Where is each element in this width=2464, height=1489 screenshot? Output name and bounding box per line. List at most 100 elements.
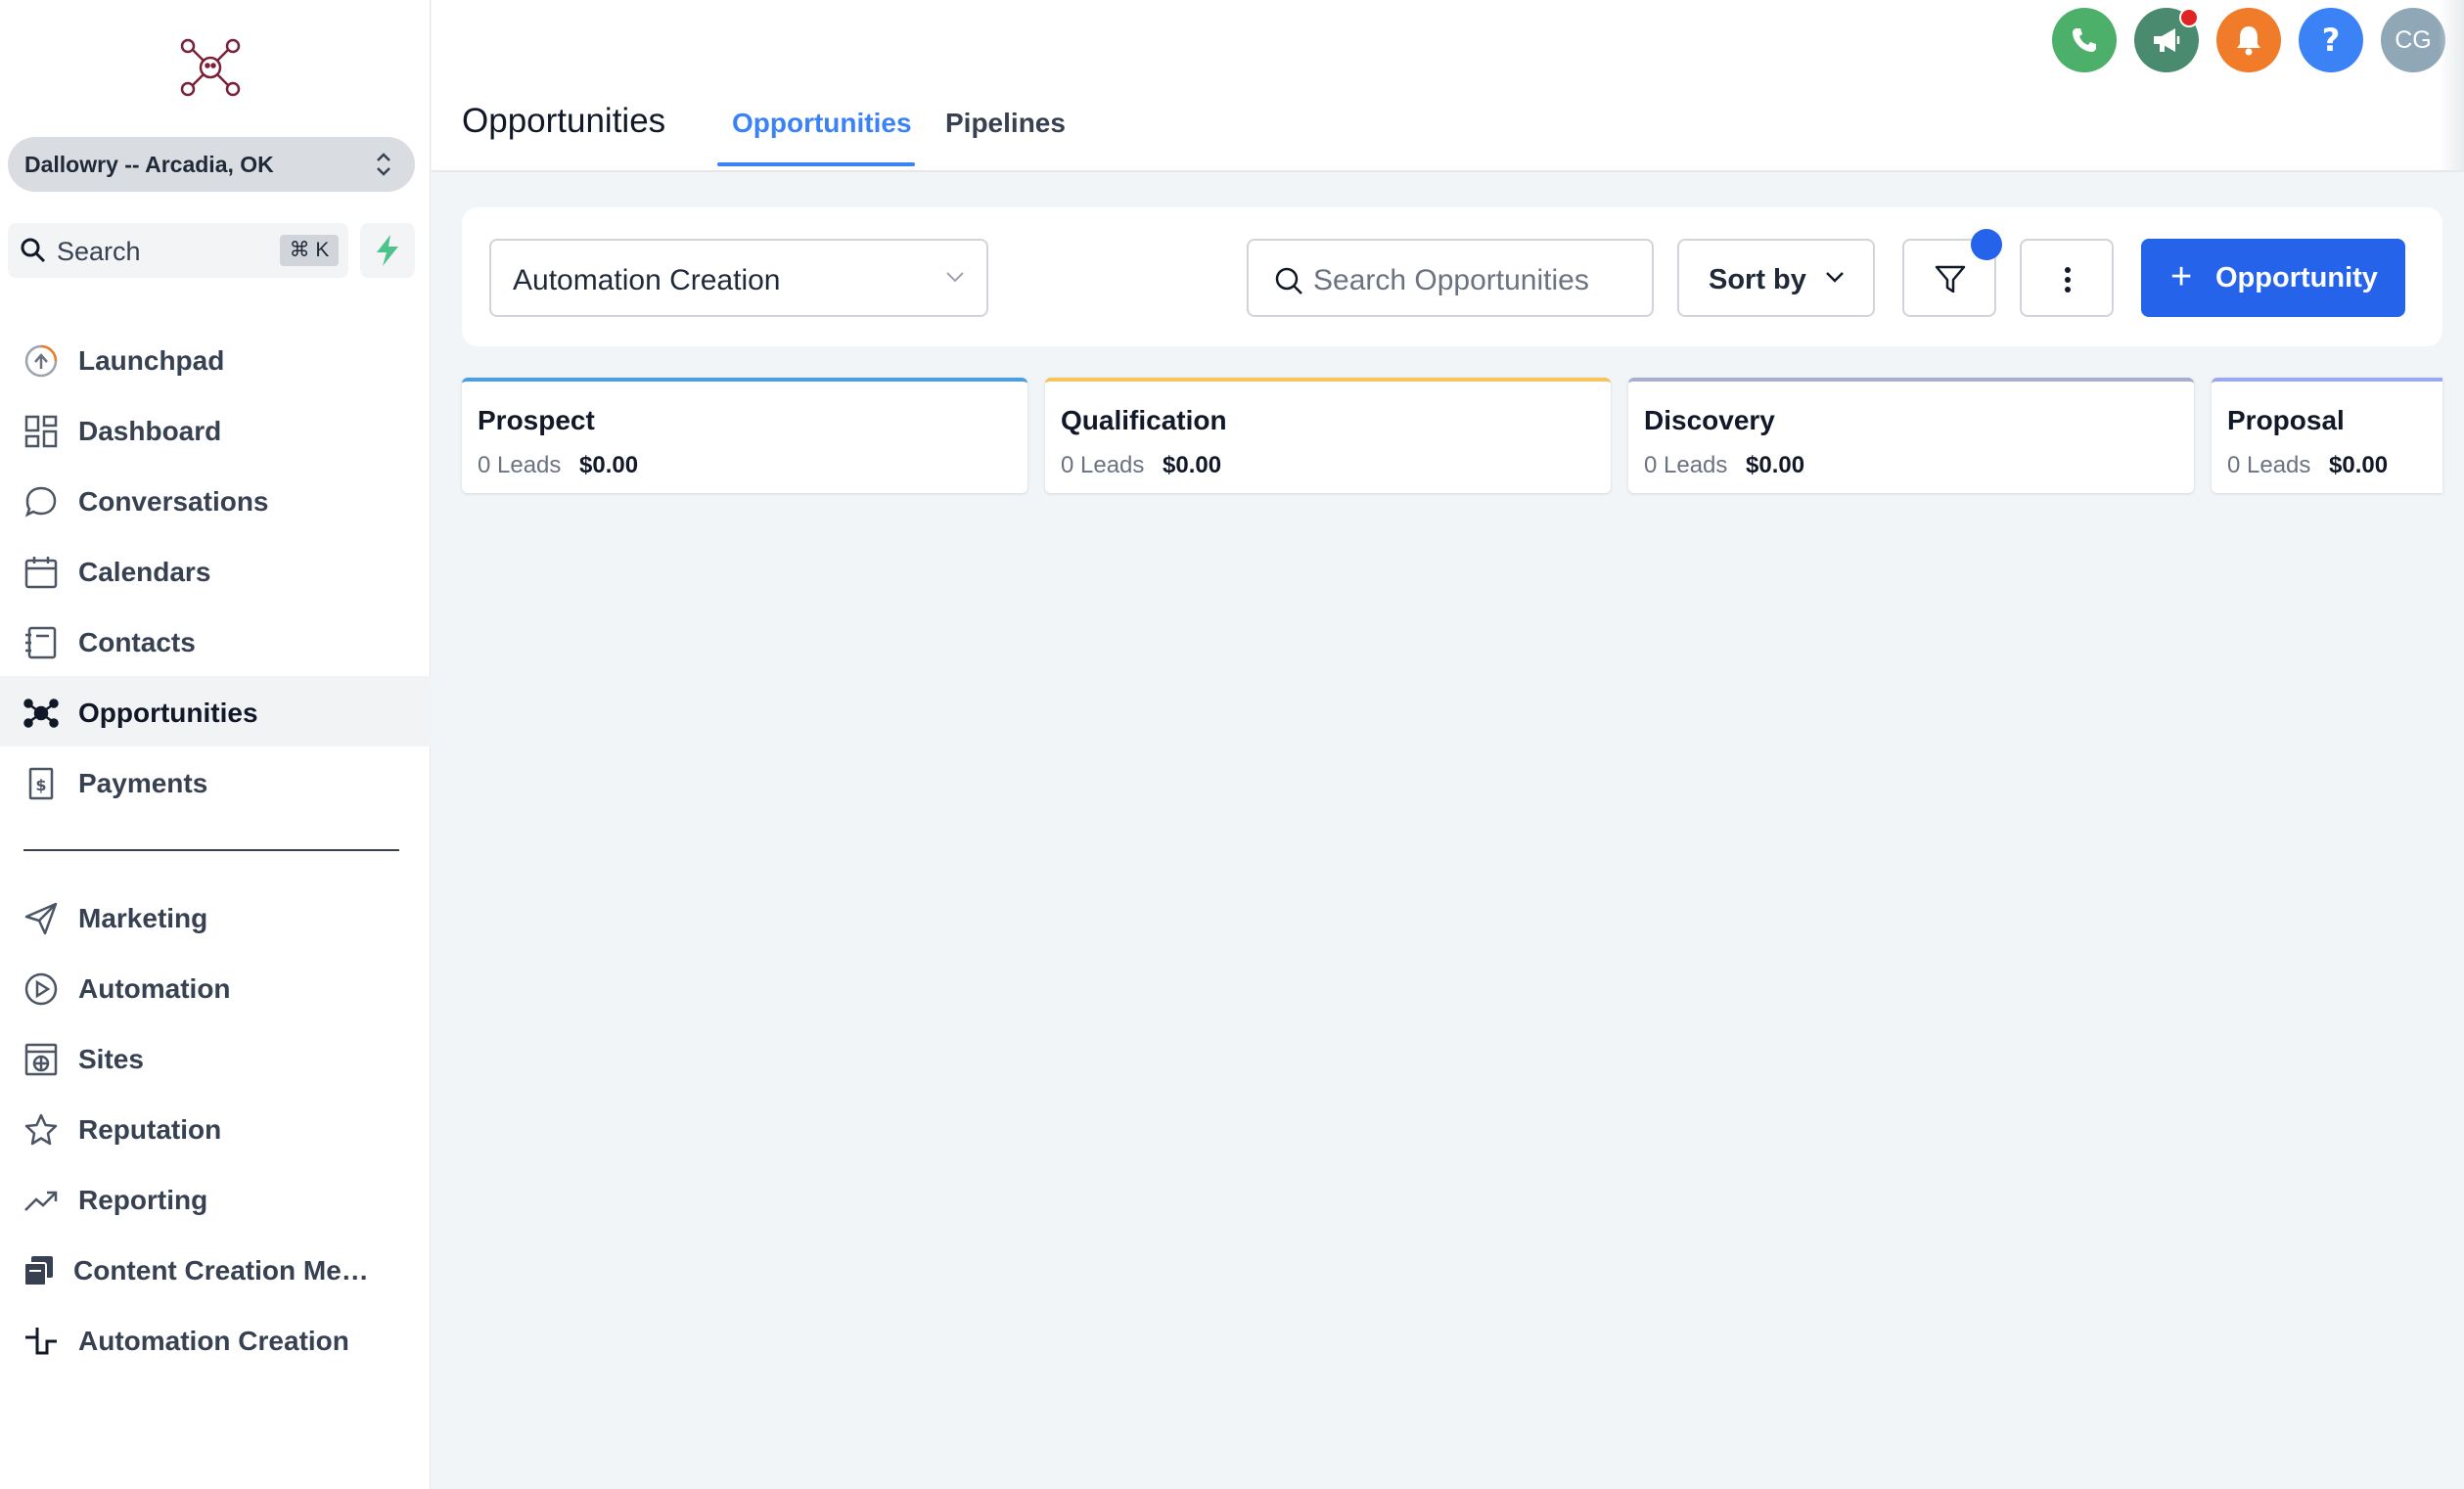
paper-plane-icon (24, 902, 58, 935)
sidebar-item-marketing[interactable]: Marketing (0, 881, 431, 952)
sidebar-item-label: Reporting (78, 1185, 208, 1215)
step-line-icon (25, 1328, 57, 1355)
announcements-button[interactable] (2134, 8, 2199, 72)
sidebar-item-label: Reputation (78, 1114, 222, 1145)
page-title: Opportunities (462, 102, 666, 140)
svg-text:$: $ (35, 776, 46, 794)
stage-title: Discovery (1644, 405, 1775, 435)
stage-title: Prospect (478, 405, 595, 435)
sort-by-label: Sort by (1709, 264, 1806, 295)
stage-title: Proposal (2227, 405, 2345, 435)
sidebar-item-label: Conversations (78, 486, 269, 517)
sidebar-item-label: Marketing (78, 903, 208, 933)
location-switcher[interactable]: Dallowry -- Arcadia, OK (8, 137, 415, 192)
bell-icon (2237, 26, 2260, 56)
sidebar-item-calendars[interactable]: Calendars (0, 535, 431, 606)
sidebar-item-sites[interactable]: Sites (0, 1022, 431, 1093)
lightning-bolt-icon (377, 235, 398, 266)
stage-leads-count: 0 Leads (2227, 452, 2311, 478)
notification-dot (2179, 8, 2199, 27)
top-header: Opportunities Opportunities Pipelines ? … (432, 0, 2464, 172)
phone-button[interactable] (2052, 8, 2117, 72)
sidebar-item-payments[interactable]: $ Payments (0, 746, 431, 817)
add-opportunity-label: Opportunity (2215, 262, 2378, 293)
sidebar-item-automation-creation[interactable]: Automation Creation (0, 1304, 431, 1375)
sidebar-item-launchpad[interactable]: Launchpad (0, 324, 431, 394)
network-icon (23, 699, 59, 728)
stage-title: Qualification (1061, 405, 1227, 435)
stage-column-prospect: Prospect 0 Leads $0.00 (462, 378, 1027, 493)
sidebar-item-label: Launchpad (78, 345, 225, 376)
search-shortcut-badge: ⌘ K (280, 235, 339, 266)
pipeline-select[interactable]: Automation Creation (489, 239, 988, 317)
calendar-icon (24, 557, 58, 589)
chevron-updown-icon (377, 153, 390, 176)
sidebar: Dallowry -- Arcadia, OK Search ⌘ K Launc… (0, 0, 431, 1489)
opportunities-toolbar: Automation Creation Search Opportunities… (462, 207, 2442, 346)
stage-column-discovery: Discovery 0 Leads $0.00 (1628, 378, 2194, 493)
sidebar-search[interactable]: Search ⌘ K (8, 223, 348, 278)
search-opportunities-input[interactable]: Search Opportunities (1247, 239, 1654, 317)
search-icon (21, 238, 46, 263)
tab-opportunities[interactable]: Opportunities (732, 108, 912, 139)
help-button[interactable]: ? (2299, 8, 2363, 72)
sidebar-item-contacts[interactable]: Contacts (0, 606, 431, 676)
stage-leads-count: 0 Leads (1644, 452, 1728, 478)
stage-amount: $0.00 (2329, 452, 2389, 478)
sidebar-item-content-creation[interactable]: Content Creation Memb... (0, 1234, 431, 1304)
plus-icon: + (2170, 256, 2193, 297)
active-tab-indicator (717, 162, 915, 166)
megaphone-icon (2154, 28, 2180, 52)
sidebar-item-label: Opportunities (78, 698, 258, 728)
sort-by-button[interactable]: Sort by (1677, 239, 1875, 317)
sidebar-item-label: Payments (78, 768, 208, 798)
company-logo-icon[interactable] (178, 37, 243, 98)
header-edge-shadow (2439, 0, 2464, 172)
trend-up-icon (24, 1191, 58, 1211)
chevron-down-icon (946, 272, 964, 283)
payments-icon: $ (28, 767, 54, 800)
sidebar-item-label: Automation Creation (78, 1326, 349, 1356)
filter-active-indicator (1971, 229, 2002, 260)
search-label: Search (57, 237, 141, 266)
question-mark-icon: ? (2322, 23, 2341, 57)
tab-pipelines[interactable]: Pipelines (945, 108, 1066, 139)
sidebar-item-reporting[interactable]: Reporting (0, 1163, 431, 1234)
sidebar-item-conversations[interactable]: Conversations (0, 465, 431, 535)
stage-column-qualification: Qualification 0 Leads $0.00 (1045, 378, 1611, 493)
contacts-book-icon (25, 626, 57, 659)
sidebar-item-opportunities[interactable]: Opportunities (0, 676, 431, 746)
user-avatar[interactable]: CG (2381, 8, 2445, 72)
sidebar-item-label: Calendars (78, 557, 211, 587)
search-icon (1275, 267, 1302, 294)
quick-action-button[interactable] (360, 223, 415, 278)
chevron-down-icon (1826, 272, 1844, 283)
sidebar-divider (23, 849, 399, 851)
pipeline-select-value: Automation Creation (513, 264, 781, 296)
star-icon (24, 1113, 58, 1146)
avatar-initials: CG (2395, 25, 2432, 54)
stage-leads-count: 0 Leads (478, 452, 562, 478)
globe-window-icon (24, 1043, 58, 1076)
phone-icon (2073, 28, 2096, 52)
stacked-pages-icon (23, 1256, 53, 1286)
notifications-button[interactable] (2216, 8, 2281, 72)
filter-icon (1935, 265, 1966, 293)
stage-amount: $0.00 (1746, 452, 1805, 478)
sidebar-item-automation[interactable]: Automation (0, 952, 431, 1022)
chat-bubble-icon (24, 486, 57, 518)
sidebar-item-label: Contacts (78, 627, 196, 657)
sidebar-item-label: Dashboard (78, 416, 222, 446)
sidebar-item-dashboard[interactable]: Dashboard (0, 394, 431, 465)
sidebar-item-label: Automation (78, 973, 231, 1004)
stage-column-proposal: Proposal 0 Leads $0.00 (2212, 378, 2442, 493)
dashboard-icon (24, 415, 58, 448)
vertical-ellipsis-icon (2065, 267, 2071, 293)
more-options-button[interactable] (2020, 239, 2114, 317)
sidebar-item-label: Content Creation Memb... (73, 1255, 387, 1286)
sidebar-item-reputation[interactable]: Reputation (0, 1093, 431, 1163)
stage-amount: $0.00 (1163, 452, 1222, 478)
svg-text:?: ? (2322, 23, 2341, 57)
add-opportunity-button[interactable]: + Opportunity (2141, 239, 2405, 317)
stage-amount: $0.00 (579, 452, 639, 478)
